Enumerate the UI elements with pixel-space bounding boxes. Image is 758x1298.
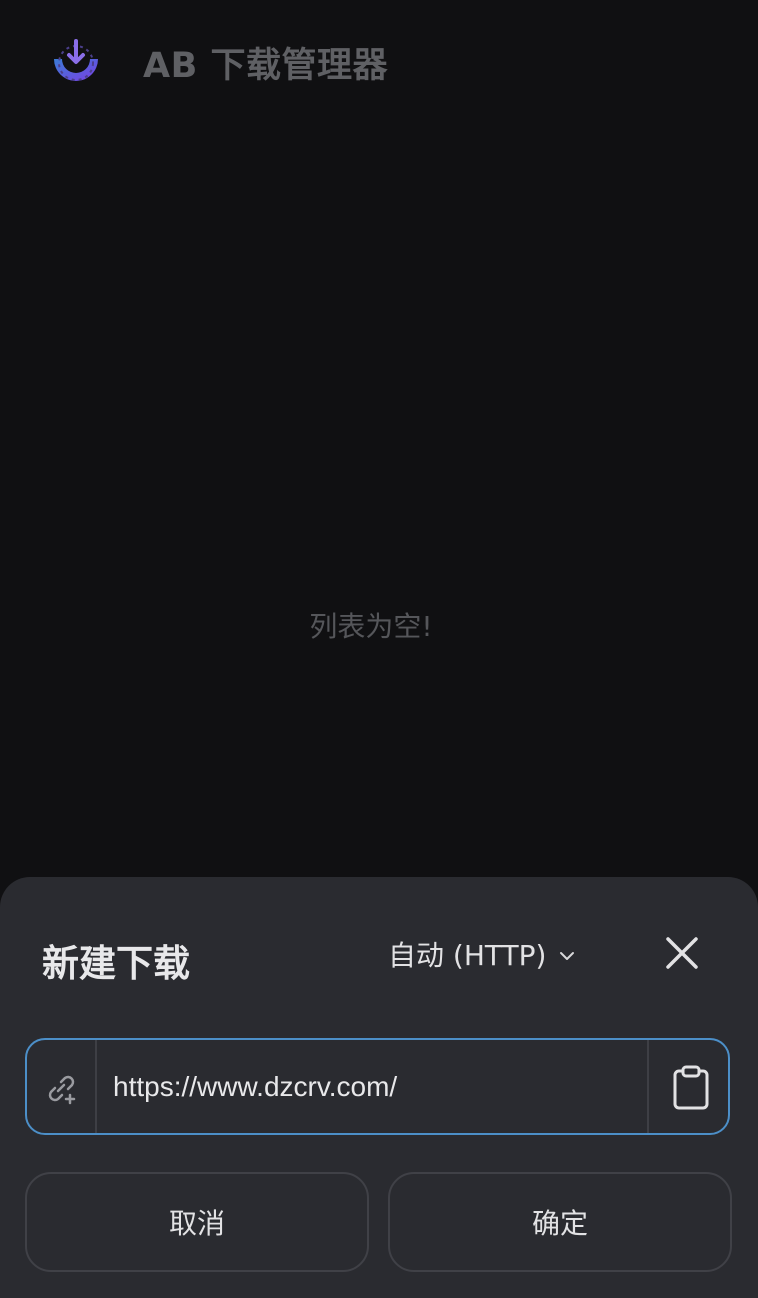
download-mode-label: 自动 (HTTP) (388, 939, 547, 972)
link-add-icon (48, 1075, 76, 1105)
link-icon-cell (27, 1040, 97, 1133)
app-window: AB 下载管理器 列表为空! 新建下载 自动 (HTTP) https://ww… (0, 0, 758, 1298)
download-logo-icon (54, 39, 98, 81)
clipboard-icon (673, 1065, 709, 1110)
paste-button[interactable] (647, 1040, 730, 1133)
cancel-button[interactable]: 取消 (25, 1172, 369, 1272)
url-field (25, 1038, 730, 1135)
dialog-title: 新建下载 (42, 942, 190, 985)
app-header: AB 下载管理器 (0, 0, 758, 130)
url-input[interactable] (97, 1040, 647, 1133)
download-mode-select[interactable]: 自动 (HTTP) (388, 933, 576, 979)
confirm-button[interactable]: 确定 (388, 1172, 732, 1272)
app-title: AB 下载管理器 (143, 46, 388, 86)
close-icon[interactable] (658, 929, 706, 977)
chevron-down-icon (560, 952, 575, 960)
empty-list-message: 列表为空! (309, 610, 433, 643)
